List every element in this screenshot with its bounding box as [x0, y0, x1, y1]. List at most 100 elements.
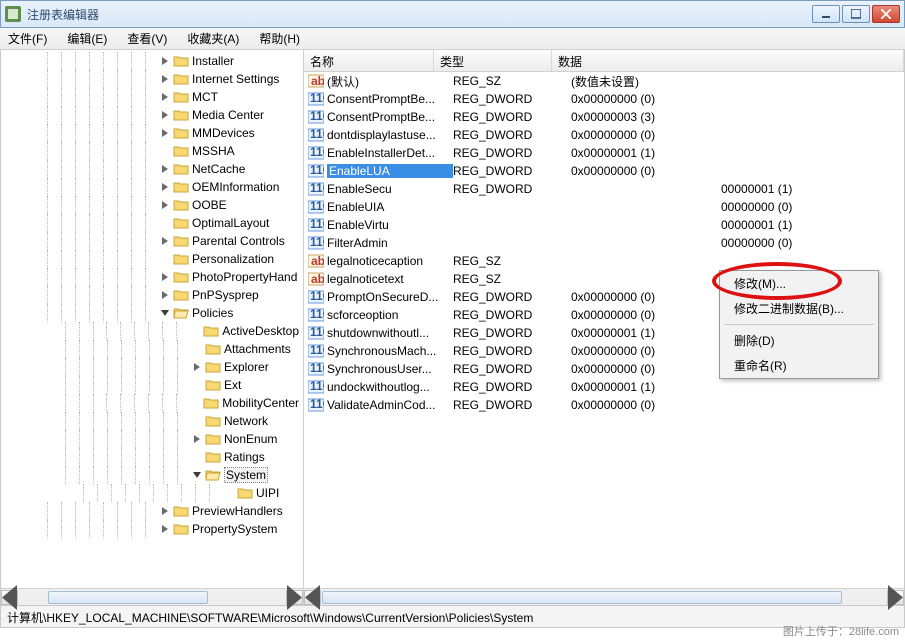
tree-label[interactable]: Personalization — [192, 252, 274, 266]
expand-icon[interactable] — [159, 109, 171, 121]
tree-label[interactable]: NetCache — [192, 162, 245, 176]
tree-hscrollbar[interactable] — [1, 588, 303, 605]
tree-node[interactable]: OOBE — [1, 196, 303, 214]
scroll-right-button[interactable] — [887, 590, 904, 605]
expand-icon[interactable] — [159, 91, 171, 103]
expand-icon[interactable] — [159, 199, 171, 211]
titlebar[interactable]: 注册表编辑器 — [0, 0, 905, 28]
menu-item[interactable]: 帮助(H) — [255, 28, 304, 49]
tree-label[interactable]: PropertySystem — [192, 522, 277, 536]
tree-label[interactable]: System — [224, 467, 268, 483]
tree-label[interactable]: OptimalLayout — [192, 216, 269, 230]
tree-label[interactable]: Ratings — [224, 450, 265, 464]
expand-icon[interactable] — [159, 505, 171, 517]
tree-label[interactable]: MSSHA — [192, 144, 235, 158]
tree-node[interactable]: MSSHA — [1, 142, 303, 160]
value-row[interactable]: dontdisplaylastuse...REG_DWORD0x00000000… — [304, 126, 904, 144]
list-scroll-thumb[interactable] — [322, 591, 842, 604]
registry-tree[interactable]: Installer Internet Settings MCT Media Cente… — [1, 50, 303, 540]
tree-node[interactable]: OEMInformation — [1, 178, 303, 196]
tree-node[interactable]: Attachments — [1, 340, 303, 358]
value-row[interactable]: EnableSecuREG_DWORD00000001 (1) — [304, 180, 904, 198]
tree-label[interactable]: ActiveDesktop — [222, 324, 299, 338]
tree-node[interactable]: Network — [1, 412, 303, 430]
column-name[interactable]: 名称 — [304, 50, 434, 71]
tree-node[interactable]: MobilityCenter — [1, 394, 303, 412]
tree-label[interactable]: Ext — [224, 378, 241, 392]
tree-node[interactable]: OptimalLayout — [1, 214, 303, 232]
value-row[interactable]: ConsentPromptBe...REG_DWORD0x00000003 (3… — [304, 108, 904, 126]
expand-icon[interactable] — [191, 433, 203, 445]
tree-node[interactable]: PreviewHandlers — [1, 502, 303, 520]
tree-node[interactable]: Media Center — [1, 106, 303, 124]
expand-icon[interactable] — [159, 523, 171, 535]
expand-icon[interactable] — [159, 271, 171, 283]
tree-label[interactable]: OOBE — [192, 198, 227, 212]
column-type[interactable]: 类型 — [434, 50, 552, 71]
tree-node[interactable]: Personalization — [1, 250, 303, 268]
tree-label[interactable]: MobilityCenter — [222, 396, 299, 410]
tree-node[interactable]: UIPI — [1, 484, 303, 502]
tree-node[interactable]: Parental Controls — [1, 232, 303, 250]
tree-label[interactable]: PreviewHandlers — [192, 504, 283, 518]
collapse-icon[interactable] — [191, 469, 203, 481]
value-row[interactable]: EnableVirtu00000001 (1) — [304, 216, 904, 234]
tree-label[interactable]: Media Center — [192, 108, 264, 122]
collapse-icon[interactable] — [159, 307, 171, 319]
context-menu-item[interactable]: 重命名(R) — [720, 353, 878, 378]
list-scroll-track[interactable] — [321, 590, 887, 605]
tree-label[interactable]: Parental Controls — [192, 234, 285, 248]
tree-node[interactable]: Ext — [1, 376, 303, 394]
tree-label[interactable]: Network — [224, 414, 268, 428]
value-row[interactable]: EnableInstallerDet...REG_DWORD0x00000001… — [304, 144, 904, 162]
tree-node[interactable]: ActiveDesktop — [1, 322, 303, 340]
tree-node[interactable]: Internet Settings — [1, 70, 303, 88]
scroll-right-button[interactable] — [286, 590, 303, 605]
tree-node[interactable]: Explorer — [1, 358, 303, 376]
expand-icon[interactable] — [159, 73, 171, 85]
tree-label[interactable]: NonEnum — [224, 432, 277, 446]
value-row[interactable]: ValidateAdminCod...REG_DWORD0x00000000 (… — [304, 396, 904, 414]
tree-label[interactable]: Attachments — [224, 342, 291, 356]
scroll-left-button[interactable] — [1, 590, 18, 605]
tree-node[interactable]: PhotoPropertyHand — [1, 268, 303, 286]
tree-node[interactable]: PnPSysprep — [1, 286, 303, 304]
context-menu-item[interactable]: 删除(D) — [720, 328, 878, 353]
expand-icon[interactable] — [159, 163, 171, 175]
tree-label[interactable]: Installer — [192, 54, 234, 68]
value-row[interactable]: EnableUIA00000000 (0) — [304, 198, 904, 216]
scroll-left-button[interactable] — [304, 590, 321, 605]
menu-item[interactable]: 查看(V) — [123, 28, 171, 49]
maximize-button[interactable] — [842, 5, 870, 23]
expand-icon[interactable] — [159, 289, 171, 301]
tree-node[interactable]: Installer — [1, 52, 303, 70]
tree-node[interactable]: Ratings — [1, 448, 303, 466]
context-menu[interactable]: 修改(M)...修改二进制数据(B)... 删除(D)重命名(R) — [719, 270, 879, 379]
context-menu-item[interactable]: 修改(M)... — [720, 271, 878, 296]
menu-item[interactable]: 文件(F) — [4, 28, 51, 49]
tree-node[interactable]: PropertySystem — [1, 520, 303, 538]
column-data[interactable]: 数据 — [552, 50, 904, 71]
tree-node[interactable]: Policies — [1, 304, 303, 322]
tree-node[interactable]: MMDevices — [1, 124, 303, 142]
tree-label[interactable]: PnPSysprep — [192, 288, 259, 302]
expand-icon[interactable] — [159, 181, 171, 193]
expand-icon[interactable] — [159, 127, 171, 139]
tree-node[interactable]: System — [1, 466, 303, 484]
context-menu-item[interactable]: 修改二进制数据(B)... — [720, 296, 878, 321]
tree-label[interactable]: Internet Settings — [192, 72, 279, 86]
list-hscrollbar[interactable] — [304, 588, 904, 605]
tree-node[interactable]: NonEnum — [1, 430, 303, 448]
expand-icon[interactable] — [159, 235, 171, 247]
minimize-button[interactable] — [812, 5, 840, 23]
tree-label[interactable]: PhotoPropertyHand — [192, 270, 297, 284]
value-row[interactable]: (默认)REG_SZ(数值未设置) — [304, 72, 904, 90]
expand-icon[interactable] — [159, 55, 171, 67]
value-row[interactable]: EnableLUAREG_DWORD0x00000000 (0) — [304, 162, 904, 180]
menu-item[interactable]: 编辑(E) — [63, 28, 111, 49]
tree-label[interactable]: Explorer — [224, 360, 269, 374]
tree-node[interactable]: MCT — [1, 88, 303, 106]
tree-label[interactable]: MMDevices — [192, 126, 255, 140]
menu-item[interactable]: 收藏夹(A) — [183, 28, 243, 49]
tree-label[interactable]: MCT — [192, 90, 218, 104]
